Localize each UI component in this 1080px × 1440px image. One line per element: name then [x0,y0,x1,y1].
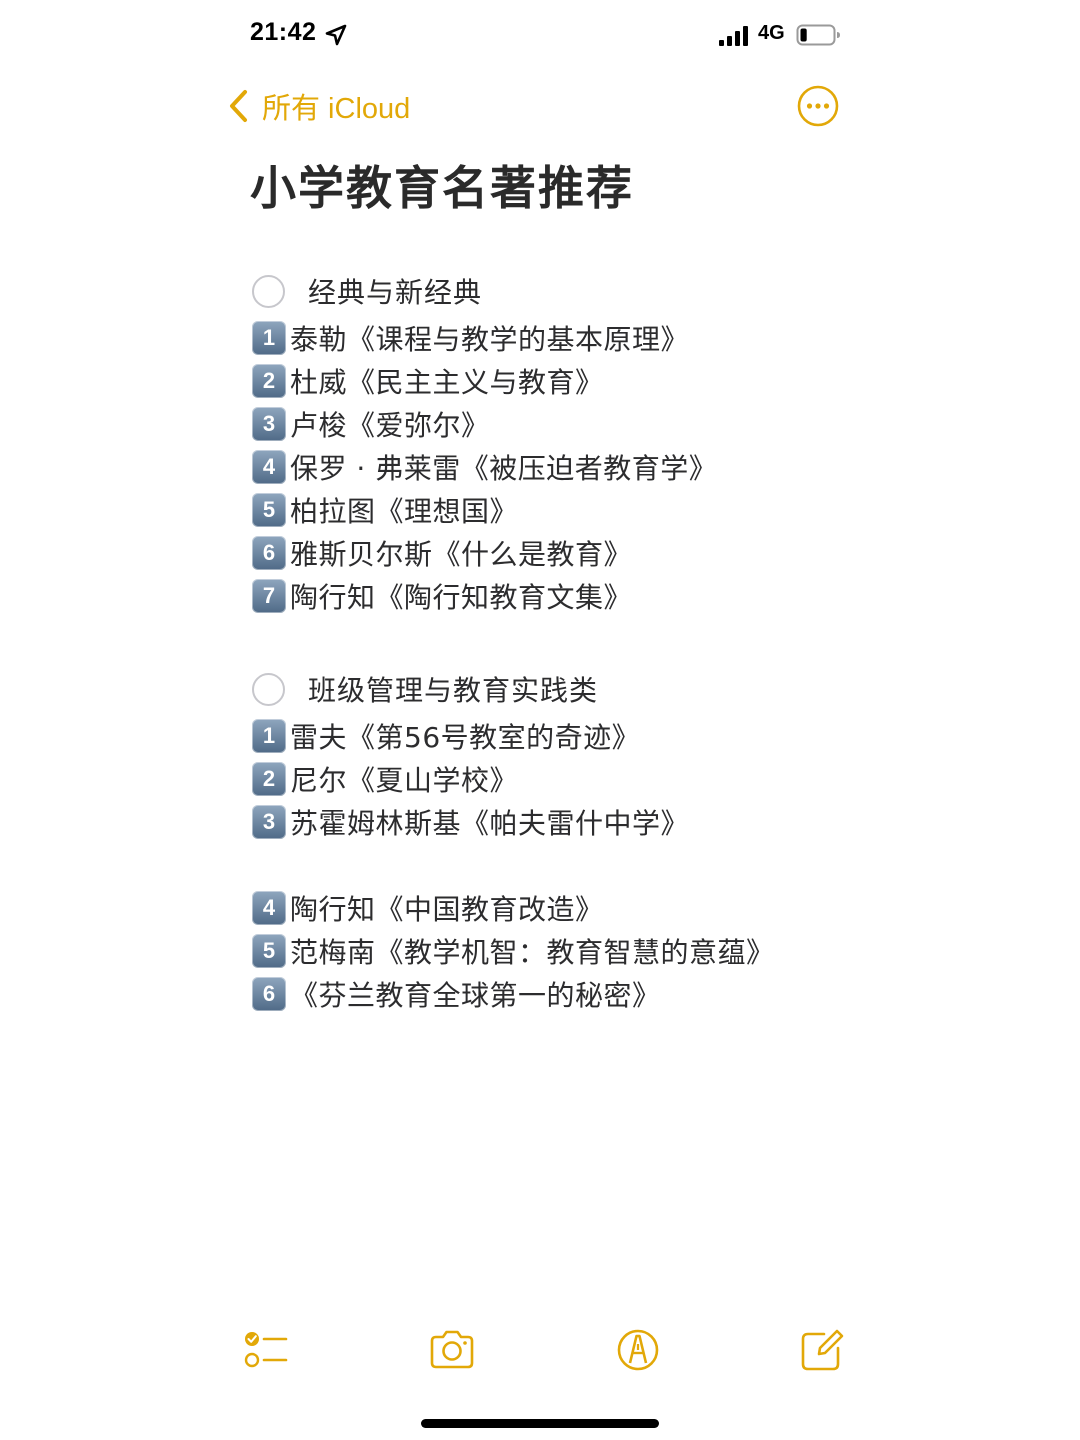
book-title: 柏拉图《理想国》 [290,494,519,528]
book-title: 杜威《民主主义与教育》 [290,365,604,399]
book-item: 6 雅斯贝尔斯《什么是教育》 [252,531,852,574]
number-badge-icon: 5 [252,933,286,968]
number-badge-label: 4 [262,453,276,479]
back-button[interactable]: 所有 iCloud [226,84,410,128]
book-title: 《芬兰教育全球第一的秘密》 [290,978,661,1012]
book-title: 卢梭《爱弥尔》 [290,408,490,442]
compose-icon[interactable] [798,1326,846,1374]
book-item: 6 《芬兰教育全球第一的秘密》 [252,972,852,1015]
number-badge-label: 5 [262,496,276,522]
status-time: 21:42 [250,18,317,46]
number-badge-icon: 4 [252,890,286,925]
number-badge-icon: 5 [252,492,286,527]
number-badge-label: 5 [262,937,276,963]
back-label: 所有 iCloud [262,93,411,125]
book-item: 3 苏霍姆林斯基《帕夫雷什中学》 [252,800,852,843]
book-item: 5 范梅南《教学机智：教育智慧的意蕴》 [252,929,852,972]
number-badge-label: 1 [262,722,276,748]
book-title: 范梅南《教学机智：教育智慧的意蕴》 [290,935,775,969]
checklist-circle[interactable] [252,672,285,706]
number-badge-icon: 2 [252,761,286,796]
book-title: 保罗 · 弗莱雷《被压迫者教育学》 [290,451,718,485]
book-item: 7 陶行知《陶行知教育文集》 [252,574,852,617]
markup-icon[interactable] [614,1326,662,1374]
book-title: 尼尔《夏山学校》 [290,763,519,797]
book-title: 雷夫《第56号教室的奇迹》 [290,720,641,754]
number-badge-label: 2 [262,367,276,393]
number-badge-icon: 6 [252,976,286,1011]
book-title: 陶行知《中国教育改造》 [290,892,604,926]
book-title: 陶行知《陶行知教育文集》 [290,580,633,614]
book-list: 4 陶行知《中国教育改造》 5 范梅南《教学机智：教育智慧的意蕴》 6 《芬兰教育全球第一… [252,886,852,1015]
book-item: 2 尼尔《夏山学校》 [252,757,852,800]
book-title: 苏霍姆林斯基《帕夫雷什中学》 [290,806,690,840]
number-badge-label: 2 [262,765,276,791]
book-title: 雅斯贝尔斯《什么是教育》 [290,537,633,571]
book-list: 1 雷夫《第56号教室的奇迹》 2 尼尔《夏山学校》 3 苏霍姆林斯基《帕夫雷什中学》 [252,714,852,843]
number-badge-label: 1 [262,324,276,350]
number-badge-icon: 4 [252,449,286,484]
book-item: 4 陶行知《中国教育改造》 [252,886,852,929]
number-badge-label: 6 [262,539,276,565]
checklist-circle[interactable] [252,274,285,308]
book-title: 泰勒《课程与教学的基本原理》 [290,322,690,356]
book-item: 3 卢梭《爱弥尔》 [252,402,852,445]
number-badge-label: 6 [262,980,276,1006]
number-badge-icon: 1 [252,718,286,753]
book-item: 1 雷夫《第56号教室的奇迹》 [252,714,852,757]
number-badge-icon: 3 [252,804,286,839]
note-title: 小学教育名著推荐 [250,161,634,215]
section-heading: 班级管理与教育实践类 [252,669,598,709]
battery-icon [796,24,840,46]
status-bar: 21:42 4G [0,0,1080,70]
book-item: 4 保罗 · 弗莱雷《被压迫者教育学》 [252,445,852,488]
chevron-left-icon [230,90,247,122]
book-item: 5 柏拉图《理想国》 [252,488,852,531]
cellular-signal-icon [719,26,748,46]
number-badge-label: 4 [262,894,276,920]
section-heading-label: 班级管理与教育实践类 [308,674,599,707]
section-heading-label: 经典与新经典 [308,276,483,309]
number-badge-label: 3 [262,808,276,834]
location-arrow-icon [325,24,347,46]
section-heading: 经典与新经典 [252,271,482,311]
number-badge-icon: 6 [252,535,286,570]
camera-icon[interactable] [428,1326,476,1374]
home-indicator [421,1419,659,1428]
number-badge-icon: 3 [252,406,286,441]
number-badge-icon: 2 [252,363,286,398]
book-item: 1 泰勒《课程与教学的基本原理》 [252,316,852,359]
checklist-icon[interactable] [242,1326,290,1374]
book-list: 1 泰勒《课程与教学的基本原理》 2 杜威《民主主义与教育》 3 卢梭《爱弥尔》 4 保罗 ·… [252,316,852,617]
more-options-icon[interactable] [796,84,840,128]
number-badge-label: 7 [262,582,276,608]
number-badge-label: 3 [262,410,276,436]
number-badge-icon: 7 [252,578,286,613]
nav-bar: 所有 iCloud [0,78,1080,134]
network-type: 4G [758,22,785,44]
number-badge-icon: 1 [252,320,286,355]
book-item: 2 杜威《民主主义与教育》 [252,359,852,402]
bottom-toolbar [0,1318,1080,1382]
